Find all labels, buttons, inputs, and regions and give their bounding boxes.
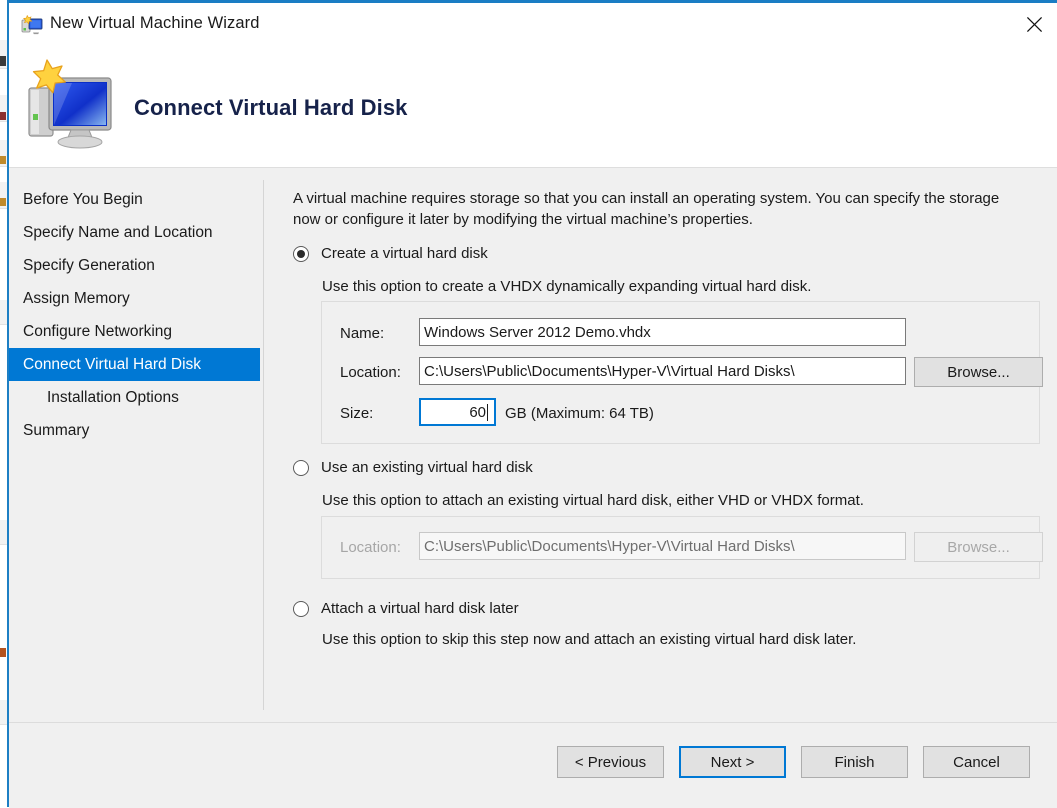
name-field-label: Name: [340,325,385,342]
sidebar-item-specify-name-and-location[interactable]: Specify Name and Location [9,216,260,249]
radio-later-indicator[interactable] [293,600,309,617]
name-input[interactable]: Windows Server 2012 Demo.vhdx [419,318,906,346]
previous-button[interactable]: < Previous [557,746,664,778]
cancel-button[interactable]: Cancel [923,746,1030,778]
sidebar-item-label: Before You Begin [23,190,143,208]
sidebar-item-summary[interactable]: Summary [9,414,260,447]
background-window-accent [0,648,6,657]
wizard-step-list: Before You Begin Specify Name and Locati… [9,168,263,722]
background-window-accent [0,198,6,206]
location-field-label: Location: [340,364,401,381]
wizard-footer: < Previous Next > Finish Cancel [9,722,1057,808]
size-suffix-label: GB (Maximum: 64 TB) [505,405,654,422]
size-field-label: Size: [340,405,374,422]
computer-with-star-icon [23,58,119,150]
create-option-description: Use this option to create a VHDX dynamic… [322,278,812,295]
sidebar-item-before-you-begin[interactable]: Before You Begin [9,183,260,216]
radio-create-virtual-hard-disk[interactable]: Create a virtual hard disk [293,245,488,262]
wizard-banner: Connect Virtual Hard Disk [9,55,1057,168]
sidebar-item-label: Summary [23,421,90,439]
sidebar-item-label: Configure Networking [23,322,173,340]
radio-create-indicator[interactable] [293,245,309,262]
sidebar-item-label: Specify Name and Location [23,223,213,241]
sidebar-item-connect-virtual-hard-disk[interactable]: Connect Virtual Hard Disk [9,348,260,381]
size-input[interactable]: 60 [419,398,496,426]
sidebar-item-assign-memory[interactable]: Assign Memory [9,282,260,315]
background-window-accent [0,56,6,66]
radio-use-existing-virtual-hard-disk[interactable]: Use an existing virtual hard disk [293,459,533,476]
sidebar-item-specify-generation[interactable]: Specify Generation [9,249,260,282]
size-input-value: 60 [469,403,486,421]
existing-location-field-label: Location: [340,539,401,556]
intro-description: A virtual machine requires storage so th… [293,190,1000,228]
later-option-description: Use this option to skip this step now an… [322,631,857,648]
finish-button[interactable]: Finish [801,746,908,778]
existing-location-input: C:\Users\Public\Documents\Hyper-V\Virtua… [419,532,906,560]
next-button[interactable]: Next > [679,746,786,778]
text-caret [487,403,488,421]
existing-option-description: Use this option to attach an existing vi… [322,492,864,509]
sidebar-item-label: Specify Generation [23,256,155,274]
window-title: New Virtual Machine Wizard [50,14,260,32]
radio-existing-label: Use an existing virtual hard disk [321,459,533,476]
close-icon[interactable] [1011,3,1057,45]
sidebar-item-label: Assign Memory [23,289,130,307]
sidebar-item-configure-networking[interactable]: Configure Networking [9,315,260,348]
title-bar: New Virtual Machine Wizard [9,3,1057,55]
new-vm-icon [21,14,43,35]
sidebar-item-installation-options[interactable]: Installation Options [9,381,260,414]
new-virtual-machine-wizard-window: New Virtual Machine Wizard Connect Virtu… [7,0,1057,808]
location-input[interactable]: C:\Users\Public\Documents\Hyper-V\Virtua… [419,357,906,385]
page-title: Connect Virtual Hard Disk [134,95,408,120]
radio-later-label: Attach a virtual hard disk later [321,600,519,617]
wizard-body: Before You Begin Specify Name and Locati… [9,168,1057,722]
background-window-accent [0,156,6,164]
radio-create-label: Create a virtual hard disk [321,245,488,262]
browse-button[interactable]: Browse... [914,357,1043,387]
background-window-accent [0,112,6,120]
sidebar-item-label: Connect Virtual Hard Disk [23,355,202,373]
sidebar-item-label: Installation Options [47,388,179,406]
radio-attach-later[interactable]: Attach a virtual hard disk later [293,600,519,617]
wizard-main-pane: A virtual machine requires storage so th… [264,168,1057,722]
existing-browse-button: Browse... [914,532,1043,562]
radio-existing-indicator[interactable] [293,459,309,476]
